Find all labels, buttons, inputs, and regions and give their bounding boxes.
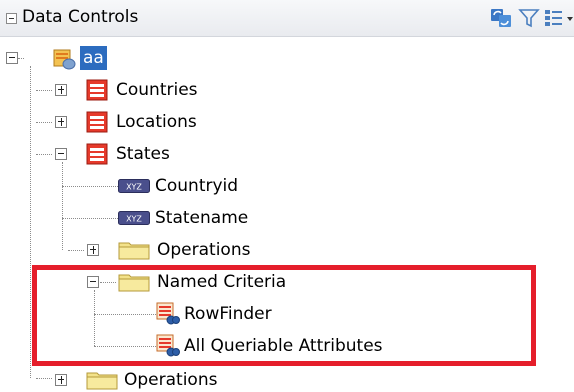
expand-toggle[interactable]	[55, 374, 67, 386]
attribute-icon: XYZ	[118, 179, 150, 193]
tree-node-states-operations[interactable]: Operations	[0, 238, 300, 262]
view-options-icon[interactable]	[542, 5, 574, 31]
highlight-box	[32, 265, 536, 366]
tree-node-label: Countryid	[155, 176, 239, 196]
collapse-toggle[interactable]	[55, 148, 67, 160]
svg-text:XYZ: XYZ	[126, 183, 142, 192]
tree-node-operations[interactable]: Operations	[0, 368, 300, 392]
tree-node-statename[interactable]: XYZ Statename	[0, 206, 280, 230]
panel-title: Data Controls	[22, 7, 139, 27]
tree-node-aa[interactable]: aa	[0, 46, 200, 70]
expand-toggle[interactable]	[55, 116, 67, 128]
tree-node-label: Operations	[124, 370, 218, 390]
tree-node-label: States	[116, 144, 170, 164]
collection-icon	[86, 143, 108, 165]
data-control-icon	[53, 49, 76, 70]
tree-node-countryid[interactable]: XYZ Countryid	[0, 174, 280, 198]
refresh-icon[interactable]	[488, 5, 514, 31]
panel-header: Data Controls	[0, 0, 574, 37]
filter-icon[interactable]	[516, 5, 542, 31]
folder-icon	[118, 242, 150, 260]
tree-node-label: Statename	[155, 208, 249, 228]
folder-icon	[86, 372, 118, 390]
tree-node-label: Locations	[116, 112, 197, 132]
tree-node-label: Operations	[157, 240, 251, 260]
attribute-icon: XYZ	[118, 211, 150, 225]
collapse-panel-toggle[interactable]	[6, 13, 17, 24]
tree-node-states[interactable]: States	[0, 142, 260, 166]
collection-icon	[86, 79, 108, 101]
collection-icon	[86, 111, 108, 133]
collapse-toggle[interactable]	[6, 52, 18, 64]
svg-text:XYZ: XYZ	[126, 215, 142, 224]
tree-node-countries[interactable]: Countries	[0, 78, 260, 102]
expand-toggle[interactable]	[55, 84, 67, 96]
tree-node-label: Countries	[116, 80, 198, 100]
expand-toggle[interactable]	[87, 244, 99, 256]
tree-node-label: aa	[80, 46, 107, 70]
tree-node-locations[interactable]: Locations	[0, 110, 260, 134]
